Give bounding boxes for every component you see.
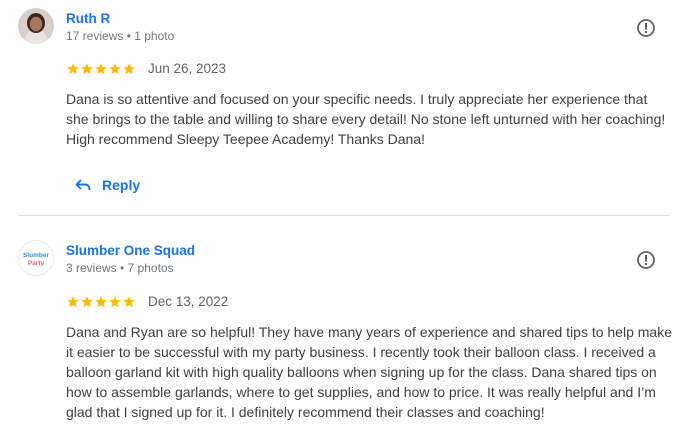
star-icon [95, 296, 107, 308]
author-name[interactable]: Ruth R [66, 11, 110, 26]
star-rating [66, 62, 136, 76]
slumber-party-logo-avatar-icon: Slumber Party [23, 252, 49, 267]
author-meta: 17 reviews • 1 photo [66, 29, 175, 43]
review-text: Dana is so attentive and focused on your… [66, 91, 666, 147]
author-meta: 3 reviews • 7 photos [66, 261, 174, 275]
star-rating [66, 295, 136, 309]
star-icon [67, 63, 79, 75]
author-avatar[interactable] [18, 8, 54, 44]
star-icon [67, 296, 79, 308]
review-date: Jun 26, 2023 [148, 61, 227, 76]
svg-text:Slumber: Slumber [23, 252, 49, 259]
star-icon [123, 63, 135, 75]
review-text: Dana and Ryan are so helpful! They have … [66, 324, 672, 420]
report-icon[interactable] [636, 250, 656, 270]
star-icon [81, 296, 93, 308]
star-icon [109, 63, 121, 75]
report-icon[interactable] [636, 18, 656, 38]
reply-label: Reply [102, 177, 141, 193]
reply-arrow-icon [75, 179, 91, 191]
star-icon [95, 63, 107, 75]
review-date: Dec 13, 2022 [148, 294, 229, 309]
star-icon [123, 296, 135, 308]
person-photo-avatar-icon [18, 8, 54, 44]
reply-button[interactable]: Reply [74, 173, 140, 197]
author-avatar[interactable]: Slumber Party [18, 240, 54, 276]
svg-text:Party: Party [28, 260, 45, 267]
author-name[interactable]: Slumber One Squad [66, 243, 195, 258]
review-divider [18, 215, 670, 216]
star-icon [81, 63, 93, 75]
star-icon [109, 296, 121, 308]
